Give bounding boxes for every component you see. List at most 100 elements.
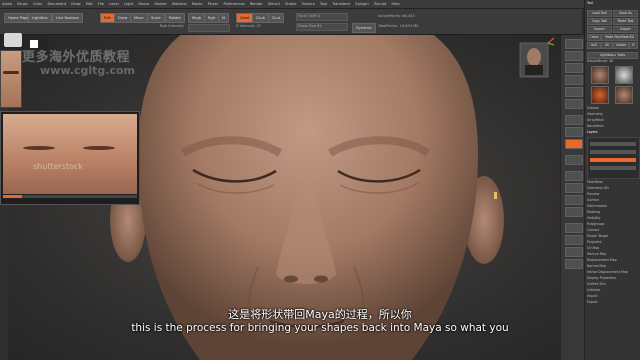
section-vector-displacement-map[interactable]: Vector Displacement Map	[587, 270, 638, 275]
section-texture-map[interactable]: Texture Map	[587, 252, 638, 257]
visible-button[interactable]: Visible	[613, 42, 629, 49]
all-button[interactable]: All	[601, 42, 613, 49]
clone-button[interactable]: Clone	[587, 34, 601, 41]
z-intensity-label[interactable]: Z Intensity 25	[236, 24, 261, 28]
zoom3d-icon[interactable]	[565, 195, 583, 205]
section-subtool[interactable]: Subtool	[587, 106, 638, 111]
edit-button[interactable]: Edit	[100, 13, 115, 23]
rotate-button[interactable]: Rotate	[165, 13, 185, 23]
section-geometry[interactable]: Geometry	[587, 112, 638, 117]
rotate-view-icon[interactable]	[565, 207, 583, 217]
section-preview[interactable]: Preview	[587, 192, 638, 197]
section-layers[interactable]: Layers	[587, 130, 638, 135]
frame-icon[interactable]	[565, 171, 583, 181]
section-unified-skin[interactable]: Unified Skin	[587, 282, 638, 287]
save-as-button[interactable]: Save As	[613, 10, 638, 17]
section-masking[interactable]: Masking	[587, 210, 638, 215]
lightbox-tools-button[interactable]: Lightbox ▸ Tools	[587, 52, 638, 59]
section-contact[interactable]: Contact	[587, 228, 638, 233]
section-visibility[interactable]: Visibility	[587, 216, 638, 221]
paste-tool-button[interactable]: Paste Tool	[613, 18, 638, 25]
section-import[interactable]: Import	[587, 294, 638, 299]
menu-tool[interactable]: Tool	[320, 2, 327, 6]
live-boolean-button[interactable]: Live Boolean	[52, 13, 84, 23]
load-tool-button[interactable]: Load Tool	[587, 10, 612, 17]
spix-icon[interactable]	[565, 51, 583, 61]
lightbox-button[interactable]: LightBox	[28, 13, 52, 23]
move-button[interactable]: Move	[130, 13, 148, 23]
section-normal-map[interactable]: Normal Map	[587, 264, 638, 269]
menu-preferences[interactable]: Preferences	[223, 2, 244, 6]
layers-list[interactable]	[587, 137, 640, 179]
zoom-icon[interactable]	[565, 75, 583, 85]
floor-icon[interactable]	[565, 127, 583, 137]
menu-render[interactable]: Render	[250, 2, 263, 6]
m-button[interactable]: M	[218, 13, 230, 23]
rgb-intensity-slider[interactable]	[188, 24, 230, 32]
dynamic-button[interactable]: Dynamic	[352, 23, 376, 33]
head-tool-thumbnail[interactable]	[591, 66, 609, 84]
polymesh-tool-thumbnail[interactable]	[615, 86, 633, 104]
aahalf-icon[interactable]	[565, 99, 583, 109]
menu-stroke[interactable]: Stroke	[285, 2, 296, 6]
draw-button[interactable]: Draw	[114, 13, 132, 23]
menu-light[interactable]: Light	[124, 2, 133, 6]
rgb-button[interactable]: Rgb	[204, 13, 220, 23]
goz-button[interactable]: GoZ	[587, 42, 601, 49]
xyz-icon[interactable]	[565, 155, 583, 165]
menu-file[interactable]: File	[98, 2, 104, 6]
section-export[interactable]: Export	[587, 300, 638, 305]
menu-document[interactable]: Document	[47, 2, 66, 6]
copy-tool-button[interactable]: Copy Tool	[587, 18, 612, 25]
section-polygroups[interactable]: Polygroups	[587, 222, 638, 227]
menu-transform[interactable]: Transform	[332, 2, 350, 6]
menu-edit[interactable]: Edit	[86, 2, 93, 6]
zadd-button[interactable]: Zadd	[236, 13, 254, 23]
section-display-properties[interactable]: Display Properties	[587, 276, 638, 281]
menu-movie[interactable]: Movie	[192, 2, 203, 6]
solo-icon[interactable]	[565, 247, 583, 257]
video-progress-track[interactable]	[3, 195, 137, 198]
sphere-tool-thumbnail[interactable]	[615, 66, 633, 84]
section-displacement-map[interactable]: Displacement Map	[587, 258, 638, 263]
xpose-icon[interactable]	[565, 259, 583, 269]
import-button[interactable]: Import	[587, 26, 612, 33]
section-deformation[interactable]: Deformation	[587, 204, 638, 209]
menu-brush[interactable]: Brush	[17, 2, 27, 6]
section-nanomesh[interactable]: NanoMesh	[587, 124, 638, 129]
actual-icon[interactable]	[565, 87, 583, 97]
menu-material[interactable]: Material	[172, 2, 187, 6]
make-polymesh-button[interactable]: Make PolyMesh3D	[601, 34, 638, 41]
section-initialize[interactable]: Initialize	[587, 288, 638, 293]
brush-tool-thumbnail[interactable]	[591, 86, 609, 104]
scroll-icon[interactable]	[565, 63, 583, 73]
export-button[interactable]: Export	[613, 26, 638, 33]
scale-button[interactable]: Scale	[147, 13, 165, 23]
polyf-icon[interactable]	[565, 223, 583, 233]
menu-zplugin[interactable]: Zplugin	[355, 2, 369, 6]
section-arraymesh[interactable]: ArrayMesh	[587, 118, 638, 123]
menu-color[interactable]: Color	[33, 2, 42, 6]
menu-draw[interactable]: Draw	[71, 2, 80, 6]
move-view-icon[interactable]	[565, 183, 583, 193]
menu-zscript[interactable]: Zscript	[374, 2, 386, 6]
section-geometry-hd[interactable]: Geometry HD	[587, 186, 638, 191]
brush-thumbnail-icon[interactable]	[4, 33, 22, 47]
menu-stencil[interactable]: Stencil	[268, 2, 280, 6]
menu-texture[interactable]: Texture	[302, 2, 315, 6]
section-polypaint[interactable]: Polypaint	[587, 240, 638, 245]
section-surface[interactable]: Surface	[587, 198, 638, 203]
r-button[interactable]: R	[629, 42, 638, 49]
zsub-button[interactable]: Zsub	[252, 13, 269, 23]
mrgb-button[interactable]: Mrgb	[188, 13, 206, 23]
menu-alpha[interactable]: Alpha	[2, 2, 12, 6]
menu-help[interactable]: Help	[391, 2, 399, 6]
persp-icon[interactable]	[565, 115, 583, 125]
bpr-icon[interactable]	[565, 39, 583, 49]
menu-picker[interactable]: Picker	[208, 2, 219, 6]
menu-layer[interactable]: Layer	[109, 2, 119, 6]
menu-macro[interactable]: Macro	[138, 2, 149, 6]
section-uv-map[interactable]: UV Map	[587, 246, 638, 251]
transp-icon[interactable]	[565, 235, 583, 245]
menu-items[interactable]: Alpha Brush Color Document Draw Edit Fil…	[0, 0, 640, 8]
